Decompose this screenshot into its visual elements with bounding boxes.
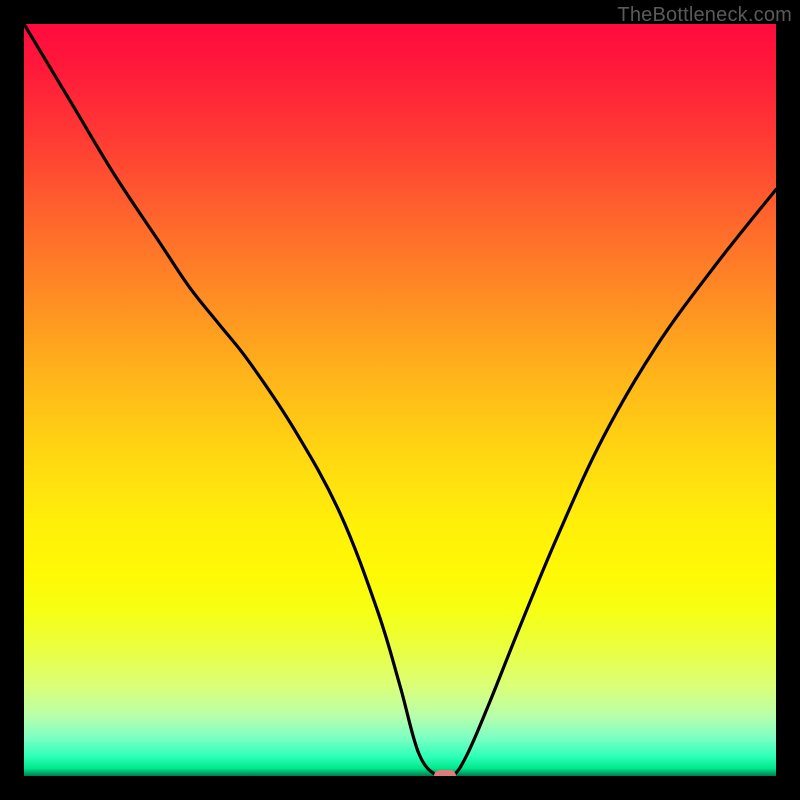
chart-frame: TheBottleneck.com [0,0,800,800]
bottleneck-curve [24,24,776,776]
optimal-point-marker [434,770,456,776]
plot-area [24,24,776,776]
watermark-text: TheBottleneck.com [617,4,792,27]
